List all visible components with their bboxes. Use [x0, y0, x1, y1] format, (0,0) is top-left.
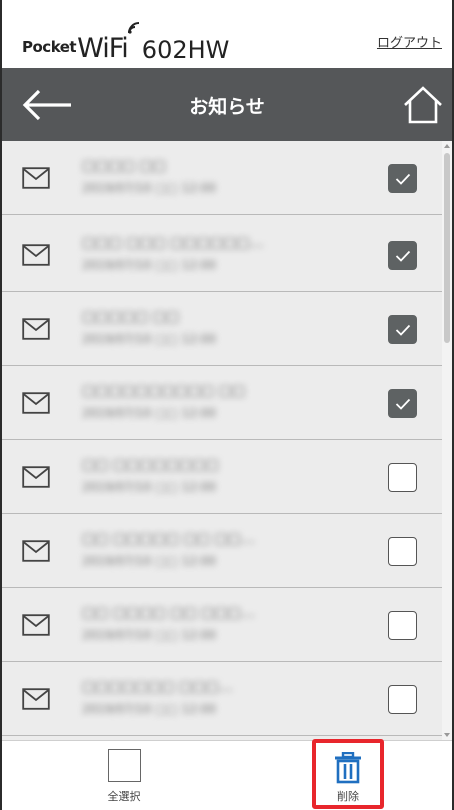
message-subject: □□□□□□□□□□ □□ [82, 383, 246, 399]
check-icon [395, 173, 410, 185]
list-scrollbar[interactable] [442, 141, 452, 740]
page-title: お知らせ [189, 96, 265, 118]
mail-icon [22, 466, 50, 488]
logo-pocket-text: Pocket [22, 38, 77, 56]
check-icon [395, 250, 410, 262]
home-button[interactable] [400, 82, 446, 128]
message-date: 2019/07/10 □□ 12:00 [82, 480, 217, 494]
message-row[interactable]: □□□ □□□ □□□□□□… 2019/07/10 □□ 12:00 [2, 218, 442, 292]
logout-link[interactable]: ログアウト [377, 32, 442, 51]
message-row[interactable]: □□ □□□□ □□ □□□… 2019/07/10 □□ 12:00 [2, 588, 442, 662]
message-checkbox[interactable] [388, 537, 417, 566]
message-list: □□□□ □□ 2019/07/10 □□ 12:00 □□□ □□□ □□□□□□… [2, 141, 452, 740]
brand-header: Pocket WiFi 602HW ログアウト [2, 0, 452, 68]
bottom-toolbar: 全選択 削除 [2, 739, 452, 810]
check-icon [395, 324, 410, 336]
message-checkbox[interactable] [388, 315, 417, 344]
scroll-up-arrow-icon[interactable] [444, 144, 450, 148]
message-row[interactable]: □□□□□□□□□□ □□ 2019/07/10 □□ 12:00 [2, 366, 442, 440]
device-model: 602HW [141, 36, 230, 64]
message-date: 2019/07/10 □□ 12:00 [82, 628, 217, 642]
message-checkbox[interactable] [388, 463, 417, 492]
title-bar: お知らせ [2, 68, 452, 141]
mail-icon [22, 392, 50, 414]
delete-label: 削除 [337, 790, 359, 803]
logo-wifi-text: WiFi [77, 22, 139, 62]
wifi-signal-icon [127, 22, 139, 34]
message-subject: □□□ □□□ □□□□□□… [82, 235, 264, 251]
message-date: 2019/07/10 □□ 12:00 [82, 702, 217, 716]
scroll-thumb[interactable] [444, 153, 450, 343]
scroll-down-arrow-icon[interactable] [444, 733, 450, 737]
message-checkbox[interactable] [388, 611, 417, 640]
app-frame: Pocket WiFi 602HW ログアウト お知らせ □□□□ □□ 201… [0, 0, 454, 810]
trash-icon [335, 752, 361, 784]
message-row[interactable]: □□ □□□□□□□□ 2019/07/10 □□ 12:00 [2, 440, 442, 514]
message-checkbox[interactable] [388, 164, 417, 193]
message-subject: □□ □□□□□ □□ □□… [82, 531, 255, 547]
message-subject: □□□□ □□ [82, 158, 166, 174]
home-icon [404, 86, 442, 124]
mail-icon [22, 318, 50, 340]
message-row[interactable]: □□□□□ □□ 2019/07/10 □□ 12:00 [2, 292, 442, 366]
message-date: 2019/07/10 □□ 12:00 [82, 554, 217, 568]
message-date: 2019/07/10 □□ 12:00 [82, 406, 217, 420]
message-subject: □□□□□ □□ [82, 309, 180, 325]
message-subject: □□ □□□□ □□ □□□… [82, 605, 255, 621]
select-all-label: 全選択 [107, 790, 141, 803]
message-checkbox[interactable] [388, 389, 417, 418]
mail-icon [22, 167, 50, 189]
mail-icon [22, 614, 50, 636]
message-subject: □□ □□□□□□□□ [82, 457, 219, 473]
check-icon [395, 398, 410, 410]
message-checkbox[interactable] [388, 241, 417, 270]
mail-icon [22, 540, 50, 562]
pocket-wifi-logo: Pocket WiFi 602HW [22, 22, 229, 62]
message-subject: □□□□□□□ □□□… [82, 679, 233, 695]
message-date: 2019/07/10 □□ 12:00 [82, 181, 217, 195]
delete-button[interactable]: 削除 [312, 739, 384, 809]
message-row[interactable]: □□□□□□□ □□□… 2019/07/10 □□ 12:00 [2, 662, 442, 736]
select-all-button[interactable]: 全選択 [98, 749, 150, 807]
mail-icon [22, 688, 50, 710]
select-all-checkbox-icon [107, 749, 141, 782]
message-date: 2019/07/10 □□ 12:00 [82, 332, 217, 346]
mail-icon [22, 244, 50, 266]
message-checkbox[interactable] [388, 685, 417, 714]
message-row[interactable]: □□□□ □□ 2019/07/10 □□ 12:00 [2, 141, 442, 215]
message-row[interactable]: □□ □□□□□ □□ □□… 2019/07/10 □□ 12:00 [2, 514, 442, 588]
message-date: 2019/07/10 □□ 12:00 [82, 258, 217, 272]
